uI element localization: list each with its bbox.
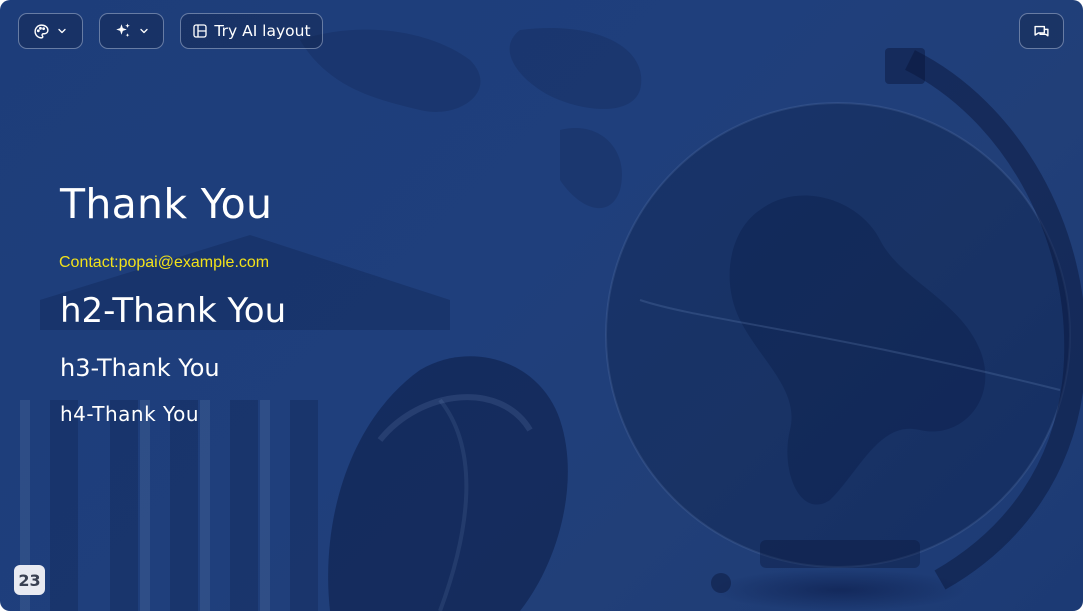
slide-canvas: Try AI layout Thank You Contact:popai@ex… [0,0,1083,611]
try-ai-layout-label: Try AI layout [214,22,311,40]
ai-magic-button[interactable] [99,13,164,49]
heading-h2[interactable]: h2-Thank You [60,291,286,331]
heading-h3[interactable]: h3-Thank You [60,354,220,382]
chevron-down-icon [58,28,66,34]
heading-h4[interactable]: h4-Thank You [60,402,199,426]
palette-icon [34,23,49,39]
page-number-badge: 23 [14,565,45,595]
layout-icon [193,24,208,38]
chevron-down-icon [139,28,148,34]
chat-button[interactable] [1019,13,1064,49]
contact-text[interactable]: Contact:popai@example.com [59,254,269,272]
sparkles-icon [115,23,130,37]
chat-icon [1034,25,1049,36]
slide-title[interactable]: Thank You [60,180,272,228]
try-ai-layout-button[interactable]: Try AI layout [180,13,323,49]
theme-button[interactable] [18,13,83,49]
